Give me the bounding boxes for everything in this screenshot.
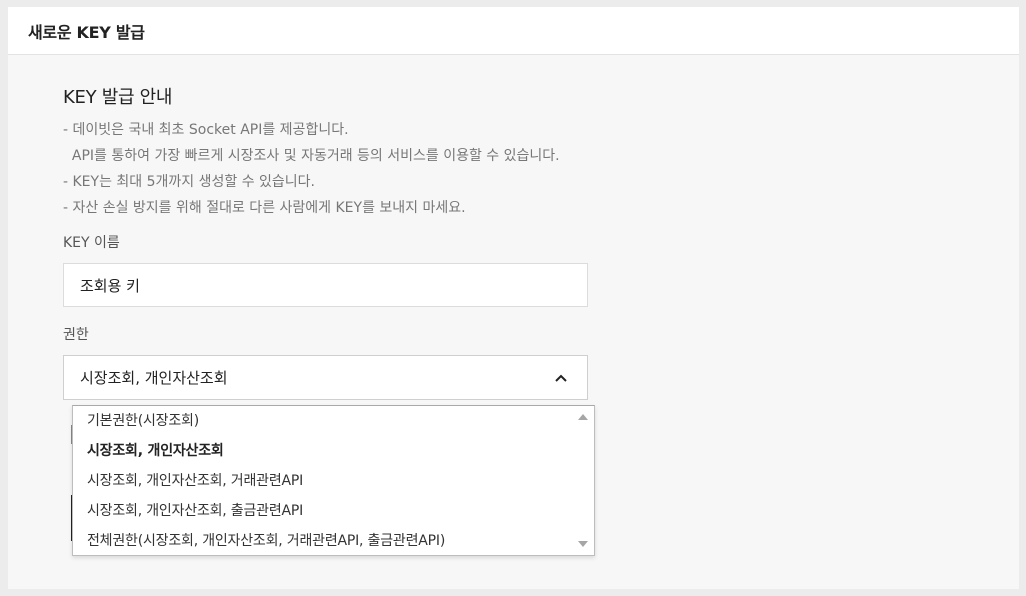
key-name-input[interactable] (63, 263, 588, 307)
permission-selected-value: 시장조회, 개인자산조회 (80, 369, 228, 387)
guide-line: - 데이빗은 국내 최초 Socket API를 제공합니다. (63, 122, 349, 138)
guide-line: - KEY는 최대 5개까지 생성할 수 있습니다. (63, 174, 316, 190)
panel-header: 새로운 KEY 발급 (8, 7, 1019, 55)
permission-option[interactable]: 시장조회, 개인자산조회, 출금관련API (73, 496, 572, 526)
key-name-label: KEY 이름 (63, 235, 120, 251)
permission-label: 권한 (63, 327, 89, 343)
permission-select[interactable]: 시장조회, 개인자산조회 (63, 355, 588, 400)
guide-line: - 자산 손실 방지를 위해 절대로 다른 사람에게 KEY를 보내지 마세요. (63, 200, 466, 216)
permission-dropdown[interactable]: 기본권한(시장조회) 시장조회, 개인자산조회 시장조회, 개인자산조회, 거래… (72, 405, 595, 556)
permission-options: 기본권한(시장조회) 시장조회, 개인자산조회 시장조회, 개인자산조회, 거래… (73, 406, 572, 556)
guide-line: API를 통하여 가장 빠르게 시장조사 및 자동거래 등의 서비스를 이용할 … (63, 148, 560, 164)
scroll-up-arrow-icon[interactable] (578, 414, 588, 420)
chevron-up-icon (551, 368, 571, 388)
permission-option[interactable]: 시장조회, 개인자산조회, 거래관련API (73, 466, 572, 496)
permission-option[interactable]: 전체권한(시장조회, 개인자산조회, 거래관련API, 출금관련API) (73, 526, 572, 556)
permission-option[interactable]: 기본권한(시장조회) (73, 406, 572, 436)
permission-option-selected[interactable]: 시장조회, 개인자산조회 (73, 436, 572, 466)
panel-title: 새로운 KEY 발급 (28, 22, 145, 42)
guide-title: KEY 발급 안내 (63, 87, 173, 108)
key-form: KEY 발급 안내 - 데이빗은 국내 최초 Socket API를 제공합니다… (63, 83, 623, 400)
scroll-down-arrow-icon[interactable] (578, 541, 588, 547)
dropdown-scrollbar[interactable] (573, 406, 594, 555)
